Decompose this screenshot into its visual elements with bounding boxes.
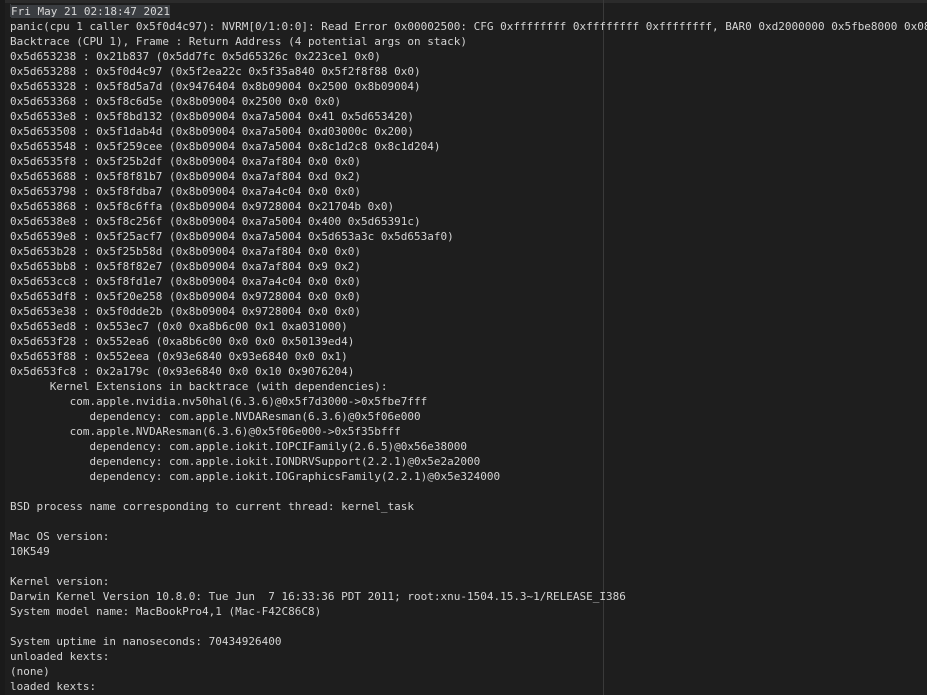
log-line[interactable]: 0x5d653238 : 0x21b837 (0x5dd7fc 0x5d6532… [10, 49, 927, 64]
log-line[interactable]: 0x5d653798 : 0x5f8fdba7 (0x8b09004 0xa7a… [10, 184, 927, 199]
log-line[interactable]: 10K549 [10, 544, 927, 559]
log-line[interactable]: dependency: com.apple.NVDAResman(6.3.6)@… [10, 409, 927, 424]
log-line[interactable]: Kernel version: [10, 574, 927, 589]
log-line[interactable]: com.apple.NVDAResman(6.3.6)@0x5f06e000->… [10, 424, 927, 439]
log-line[interactable]: unloaded kexts: [10, 649, 927, 664]
log-line[interactable]: 0x5d6539e8 : 0x5f25acf7 (0x8b09004 0xa7a… [10, 229, 927, 244]
log-line[interactable]: 0x5d653288 : 0x5f0d4c97 (0x5f2ea22c 0x5f… [10, 64, 927, 79]
log-line[interactable]: 0x5d653368 : 0x5f8c6d5e (0x8b09004 0x250… [10, 94, 927, 109]
editor-top-border [0, 0, 927, 3]
log-line[interactable]: 0x5d653f88 : 0x552eea (0x93e6840 0x93e68… [10, 349, 927, 364]
log-line-selected[interactable]: Fri May 21 02:18:47 2021 [10, 4, 927, 19]
log-line[interactable]: dependency: com.apple.iokit.IOGraphicsFa… [10, 469, 927, 484]
log-line[interactable] [10, 484, 927, 499]
log-line[interactable]: 0x5d6533e8 : 0x5f8bd132 (0x8b09004 0xa7a… [10, 109, 927, 124]
log-text-area[interactable]: Fri May 21 02:18:47 2021 panic(cpu 1 call… [10, 4, 927, 695]
log-line[interactable]: 0x5d6535f8 : 0x5f25b2df (0x8b09004 0xa7a… [10, 154, 927, 169]
log-line[interactable] [10, 619, 927, 634]
log-line[interactable]: Mac OS version: [10, 529, 927, 544]
log-line[interactable]: 0x5d653b28 : 0x5f25b58d (0x8b09004 0xa7a… [10, 244, 927, 259]
log-line[interactable]: 0x5d6538e8 : 0x5f8c256f (0x8b09004 0xa7a… [10, 214, 927, 229]
log-line[interactable]: 0x5d653ed8 : 0x553ec7 (0x0 0xa8b6c00 0x1… [10, 319, 927, 334]
log-line-text: Fri May 21 02:18:47 2021 [11, 5, 170, 18]
log-line[interactable]: loaded kexts: [10, 679, 927, 694]
log-line[interactable]: Darwin Kernel Version 10.8.0: Tue Jun 7 … [10, 589, 927, 604]
log-line[interactable]: 0x5d653fc8 : 0x2a179c (0x93e6840 0x0 0x1… [10, 364, 927, 379]
log-line[interactable]: 0x5d653508 : 0x5f1dab4d (0x8b09004 0xa7a… [10, 124, 927, 139]
log-line[interactable]: (none) [10, 664, 927, 679]
log-line[interactable]: 0x5d653548 : 0x5f259cee (0x8b09004 0xa7a… [10, 139, 927, 154]
log-line[interactable]: panic(cpu 1 caller 0x5f0d4c97): NVRM[0/1… [10, 19, 927, 34]
log-line[interactable]: 0x5d653df8 : 0x5f20e258 (0x8b09004 0x972… [10, 289, 927, 304]
log-line[interactable]: Kernel Extensions in backtrace (with dep… [10, 379, 927, 394]
log-line[interactable]: 0x5d653e38 : 0x5f0dde2b (0x8b09004 0x972… [10, 304, 927, 319]
text-editor[interactable]: Fri May 21 02:18:47 2021 panic(cpu 1 call… [0, 0, 927, 695]
log-line[interactable]: 0x5d653cc8 : 0x5f8fd1e7 (0x8b09004 0xa7a… [10, 274, 927, 289]
log-line[interactable]: 0x5d653688 : 0x5f8f81b7 (0x8b09004 0xa7a… [10, 169, 927, 184]
log-line[interactable]: 0x5d653868 : 0x5f8c6ffa (0x8b09004 0x972… [10, 199, 927, 214]
log-line[interactable]: BSD process name corresponding to curren… [10, 499, 927, 514]
log-line[interactable]: Backtrace (CPU 1), Frame : Return Addres… [10, 34, 927, 49]
log-line[interactable]: 0x5d653f28 : 0x552ea6 (0xa8b6c00 0x0 0x0… [10, 334, 927, 349]
log-line[interactable] [10, 559, 927, 574]
log-line[interactable]: 0x5d653328 : 0x5f8d5a7d (0x9476404 0x8b0… [10, 79, 927, 94]
log-line[interactable]: dependency: com.apple.iokit.IOPCIFamily(… [10, 439, 927, 454]
log-line[interactable]: System uptime in nanoseconds: 7043492640… [10, 634, 927, 649]
log-line[interactable]: System model name: MacBookPro4,1 (Mac-F4… [10, 604, 927, 619]
log-line[interactable]: 0x5d653bb8 : 0x5f8f82e7 (0x8b09004 0xa7a… [10, 259, 927, 274]
log-line[interactable]: dependency: com.apple.iokit.IONDRVSuppor… [10, 454, 927, 469]
log-line[interactable] [10, 514, 927, 529]
log-line[interactable]: com.apple.nvidia.nv50hal(6.3.6)@0x5f7d30… [10, 394, 927, 409]
editor-gutter [0, 0, 5, 695]
